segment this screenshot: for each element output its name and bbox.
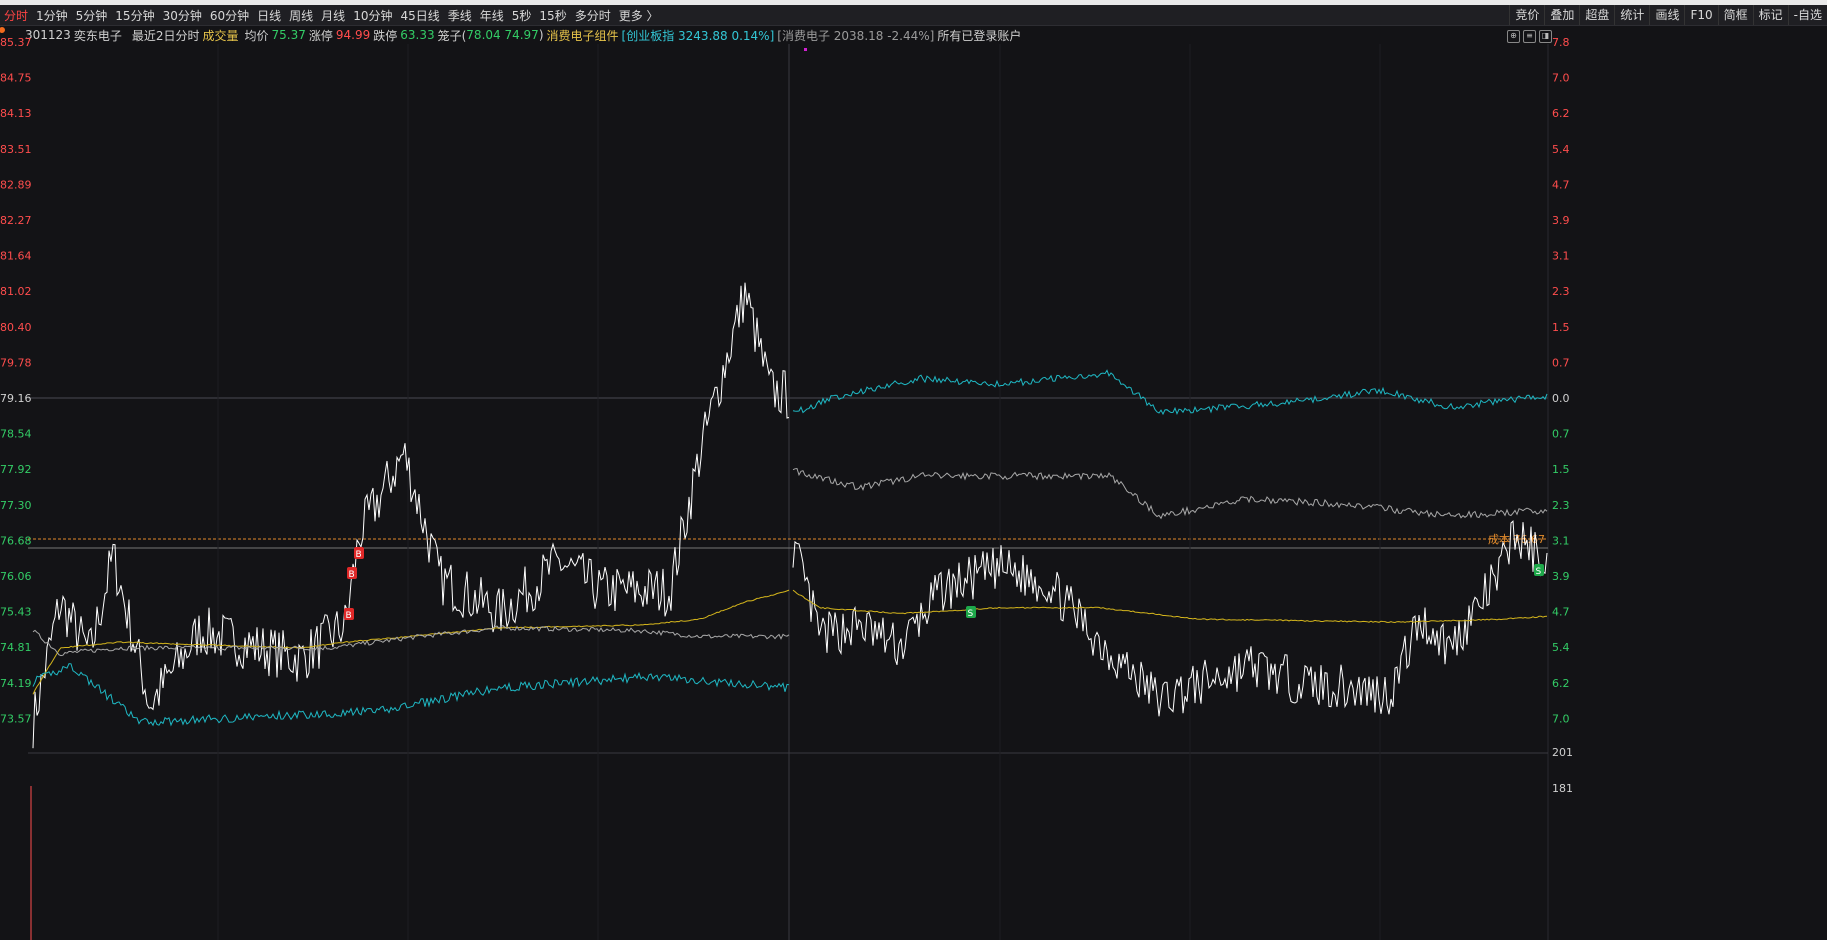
price-tick: 74.19	[0, 677, 32, 690]
period-tab-8[interactable]: 月线	[317, 7, 349, 24]
buy-marker-text: B	[356, 550, 362, 560]
period-tab-6[interactable]: 日线	[253, 7, 285, 24]
period-tab-3[interactable]: 15分钟	[111, 7, 158, 24]
percent-tick: 5.4	[1552, 143, 1570, 156]
tool-button-7[interactable]: 标记	[1752, 5, 1788, 25]
percent-tick: 0.7	[1552, 356, 1570, 369]
tool-button-1[interactable]: 叠加	[1544, 5, 1579, 25]
price-tick: 80.40	[0, 321, 32, 334]
percent-tick: 0.0	[1552, 392, 1570, 405]
price-tick: 77.92	[0, 463, 32, 476]
tool-button-3[interactable]: 统计	[1614, 5, 1649, 25]
tool-buttons: 竞价 叠加 超盘 统计 画线 F10 简框 标记 -自选	[1509, 5, 1827, 25]
price-tick: 79.78	[0, 356, 32, 369]
intraday-chart[interactable]: 成本 76.67 85.3784.7584.1383.5182.8982.278…	[0, 26, 1827, 940]
price-tick: 85.37	[0, 36, 32, 49]
dot-marker	[804, 48, 807, 51]
percent-tick: 4.7	[1552, 606, 1570, 619]
price-tick: 84.75	[0, 72, 32, 85]
percent-tick: 6.2	[1552, 677, 1570, 690]
price-tick: 75.43	[0, 606, 32, 619]
price-tick: 73.57	[0, 712, 32, 725]
price-tick: 76.06	[0, 570, 32, 583]
price-tick: 84.13	[0, 107, 32, 120]
tool-button-0[interactable]: 竞价	[1509, 5, 1544, 25]
price-tick: 83.51	[0, 143, 32, 156]
period-tabs: 分时 1分钟 5分钟 15分钟 30分钟 60分钟 日线 周线 月线 10分钟 45日线 季线 年线 5秒…	[0, 5, 663, 25]
period-tab-9[interactable]: 10分钟	[349, 7, 396, 24]
period-tab-12[interactable]: 年线	[476, 7, 508, 24]
tool-button-2[interactable]: 超盘	[1579, 5, 1614, 25]
volume-tick: 181	[1552, 782, 1573, 795]
price-tick: 74.81	[0, 641, 32, 654]
percent-tick: 7.8	[1552, 36, 1570, 49]
period-tab-16[interactable]: 更多 〉	[615, 7, 663, 24]
period-tab-15[interactable]: 多分时	[571, 7, 615, 24]
period-tab-1[interactable]: 1分钟	[32, 7, 72, 24]
percent-tick: 7.0	[1552, 72, 1570, 85]
percent-tick: 4.7	[1552, 178, 1570, 191]
percent-tick: 2.3	[1552, 499, 1570, 512]
period-tab-2[interactable]: 5分钟	[72, 7, 112, 24]
percent-tick: 3.1	[1552, 250, 1570, 263]
tool-button-4[interactable]: 画线	[1649, 5, 1684, 25]
tool-button-6[interactable]: 简框	[1717, 5, 1753, 25]
buy-marker-text: B	[346, 611, 352, 621]
price-tick: 78.54	[0, 428, 32, 441]
price-tick: 82.27	[0, 214, 32, 227]
price-tick: 82.89	[0, 178, 32, 191]
price-tick: 79.16	[0, 392, 32, 405]
sell-marker-text: S	[968, 609, 974, 619]
percent-tick: 3.9	[1552, 570, 1570, 583]
period-toolbar: 分时 1分钟 5分钟 15分钟 30分钟 60分钟 日线 周线 月线 10分钟 45日线 季线 年线 5秒…	[0, 5, 1827, 26]
percent-tick: 3.1	[1552, 534, 1570, 547]
volume-tick: 201	[1552, 746, 1573, 759]
period-tab-0[interactable]: 分时	[0, 7, 32, 24]
percent-tick: 2.3	[1552, 285, 1570, 298]
period-tab-4[interactable]: 30分钟	[159, 7, 206, 24]
price-tick: 77.30	[0, 499, 32, 512]
percent-tick: 6.2	[1552, 107, 1570, 120]
status-dot	[0, 27, 5, 33]
period-tab-7[interactable]: 周线	[285, 7, 317, 24]
percent-tick: 5.4	[1552, 641, 1570, 654]
percent-tick: 0.7	[1552, 428, 1570, 441]
price-tick: 76.68	[0, 534, 32, 547]
sell-marker-text: S	[1536, 567, 1542, 577]
buy-marker-text: B	[349, 570, 355, 580]
period-tab-11[interactable]: 季线	[444, 7, 476, 24]
period-tab-14[interactable]: 15秒	[535, 7, 570, 24]
price-tick: 81.64	[0, 250, 32, 263]
tool-button-8[interactable]: -自选	[1787, 5, 1827, 25]
period-tab-5[interactable]: 60分钟	[206, 7, 253, 24]
percent-tick: 3.9	[1552, 214, 1570, 227]
price-tick: 81.02	[0, 285, 32, 298]
tool-button-5[interactable]: F10	[1684, 5, 1717, 25]
period-tab-13[interactable]: 5秒	[508, 7, 536, 24]
period-tab-10[interactable]: 45日线	[396, 7, 443, 24]
percent-tick: 1.5	[1552, 463, 1570, 476]
percent-tick: 1.5	[1552, 321, 1570, 334]
percent-tick: 7.0	[1552, 712, 1570, 725]
